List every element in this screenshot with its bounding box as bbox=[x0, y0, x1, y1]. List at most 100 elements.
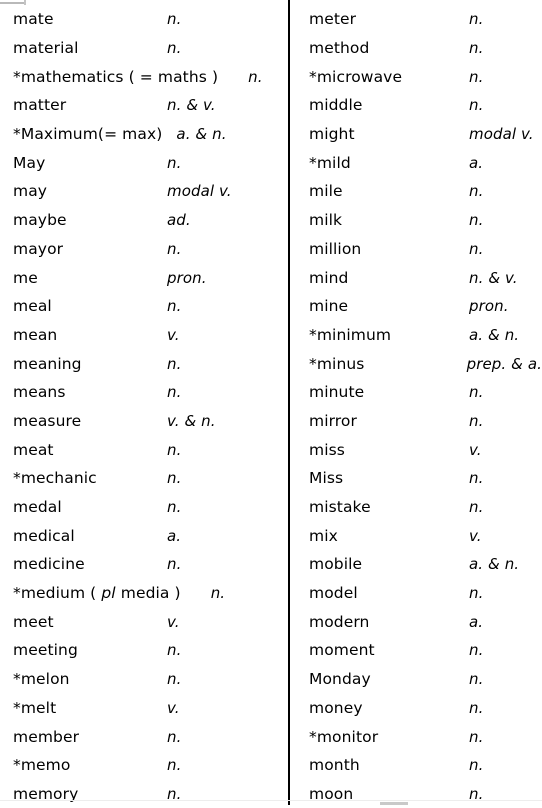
word-entry-row: *mechanic n. bbox=[0, 464, 288, 493]
part-of-speech-tag: n. bbox=[167, 440, 182, 459]
part-of-speech-tag: n. bbox=[469, 498, 484, 517]
word-entry-row: *monitor n. bbox=[288, 722, 542, 751]
headword: *memo bbox=[13, 756, 71, 775]
headword: may bbox=[13, 182, 48, 201]
part-of-speech-tag: a. bbox=[469, 612, 484, 631]
headword: mayor bbox=[13, 239, 64, 258]
headword: minute bbox=[309, 383, 365, 402]
part-of-speech-tag: n. bbox=[167, 498, 182, 517]
headword: mix bbox=[309, 526, 338, 545]
headword: measure bbox=[13, 411, 82, 430]
headword: material bbox=[13, 39, 79, 58]
part-of-speech-tag: n. bbox=[469, 670, 484, 689]
word-entry-row: means n. bbox=[0, 378, 288, 407]
headword: mind bbox=[309, 268, 349, 287]
part-of-speech-tag: pron. bbox=[469, 297, 509, 316]
word-entry-row: medical a. bbox=[0, 521, 288, 550]
word-entry-row: memory n. bbox=[0, 780, 288, 808]
part-of-speech-tag: n. bbox=[469, 698, 484, 717]
headword: miss bbox=[309, 440, 345, 459]
part-of-speech-tag: n. bbox=[469, 584, 484, 603]
word-entry-row: Monday n. bbox=[288, 665, 542, 694]
word-entry-row: meter n. bbox=[288, 5, 542, 34]
word-entry-row: *Maximum(= max) a. & n. bbox=[0, 120, 288, 149]
headword: matter bbox=[13, 96, 67, 115]
part-of-speech-tag: n. bbox=[469, 383, 484, 402]
part-of-speech-tag: n. bbox=[167, 354, 182, 373]
headword-italic-abbrev: pl bbox=[101, 584, 116, 603]
word-entry-row: mean v. bbox=[0, 321, 288, 350]
word-entry-row: me pron. bbox=[0, 263, 288, 292]
part-of-speech-tag: n. bbox=[469, 10, 484, 29]
part-of-speech-tag: ad. bbox=[167, 211, 191, 230]
part-of-speech-tag: v. & n. bbox=[167, 411, 216, 430]
headword: *Maximum(= max) bbox=[13, 125, 163, 144]
part-of-speech-tag: n. bbox=[210, 584, 226, 603]
part-of-speech-tag: n. bbox=[167, 239, 182, 258]
word-entry-row: maybe ad. bbox=[0, 206, 288, 235]
headword: meet bbox=[13, 612, 54, 631]
part-of-speech-tag: a. & n. bbox=[469, 555, 520, 574]
part-of-speech-tag: prep. & a. bbox=[466, 354, 542, 373]
part-of-speech-tag: n. bbox=[469, 239, 484, 258]
part-of-speech-tag: v. bbox=[469, 526, 482, 545]
word-entry-row: mile n. bbox=[288, 177, 542, 206]
headword: medicine bbox=[13, 555, 85, 574]
headword: medical bbox=[13, 526, 75, 545]
part-of-speech-tag: a. & n. bbox=[176, 125, 227, 144]
headword: million bbox=[309, 239, 362, 258]
word-entry-row: *minus prep. & a. bbox=[288, 349, 542, 378]
headword: meal bbox=[13, 297, 52, 316]
word-entry-row: *melon n. bbox=[0, 665, 288, 694]
part-of-speech-tag: n. bbox=[167, 555, 182, 574]
headword: meeting bbox=[13, 641, 78, 660]
part-of-speech-tag: n. bbox=[469, 39, 484, 58]
headword: month bbox=[309, 756, 360, 775]
word-entry-row: member n. bbox=[0, 722, 288, 751]
word-entry-row: middle n. bbox=[288, 91, 542, 120]
word-entry-row: moon n. bbox=[288, 780, 542, 808]
part-of-speech-tag: n. & v. bbox=[167, 96, 216, 115]
headword: me bbox=[13, 268, 38, 287]
word-entry-row: *microwave n. bbox=[288, 62, 542, 91]
word-entry-row: meet v. bbox=[0, 607, 288, 636]
part-of-speech-tag: n. bbox=[469, 211, 484, 230]
headword: Monday bbox=[309, 670, 371, 689]
part-of-speech-tag: n. bbox=[167, 727, 182, 746]
word-entry-row: miss v. bbox=[288, 435, 542, 464]
headword: May bbox=[13, 153, 46, 172]
part-of-speech-tag: v. bbox=[167, 698, 180, 717]
part-of-speech-tag: n. bbox=[167, 39, 182, 58]
part-of-speech-tag: n. bbox=[469, 411, 484, 430]
scan-artifact-bottom-edge bbox=[0, 800, 542, 801]
part-of-speech-tag: v. bbox=[167, 325, 180, 344]
part-of-speech-tag: n. bbox=[167, 469, 182, 488]
word-entry-row: model n. bbox=[288, 579, 542, 608]
headword: middle bbox=[309, 96, 363, 115]
part-of-speech-tag: n. bbox=[469, 469, 484, 488]
word-entry-row: Miss n. bbox=[288, 464, 542, 493]
part-of-speech-tag: n. bbox=[167, 297, 182, 316]
headword: meter bbox=[309, 10, 357, 29]
headword: meaning bbox=[13, 354, 82, 373]
headword: means bbox=[13, 383, 66, 402]
headword: meat bbox=[13, 440, 54, 459]
headword: modern bbox=[309, 612, 370, 631]
part-of-speech-tag: n. bbox=[167, 10, 182, 29]
headword: *mild bbox=[309, 153, 351, 172]
headword: *melon bbox=[13, 670, 70, 689]
part-of-speech-tag: v. bbox=[469, 440, 482, 459]
word-entry-row: mine pron. bbox=[288, 292, 542, 321]
word-entry-row: mayor n. bbox=[0, 235, 288, 264]
word-entry-row: *mathematics ( = maths ) n. bbox=[0, 62, 288, 91]
word-entry-row: may modal v. bbox=[0, 177, 288, 206]
word-list-column-right: meter n. method n. *microwave n. middle n. might… bbox=[288, 0, 542, 805]
word-entry-row: matter n. & v. bbox=[0, 91, 288, 120]
part-of-speech-tag: v. bbox=[167, 612, 180, 631]
headword: moment bbox=[309, 641, 375, 660]
word-list-page: mate n. material n. *mathematics ( = maths )… bbox=[0, 0, 542, 805]
word-entry-row: mate n. bbox=[0, 5, 288, 34]
headword: milk bbox=[309, 211, 343, 230]
headword: *medium ( pl media ) bbox=[13, 584, 181, 603]
word-entry-row: month n. bbox=[288, 751, 542, 780]
